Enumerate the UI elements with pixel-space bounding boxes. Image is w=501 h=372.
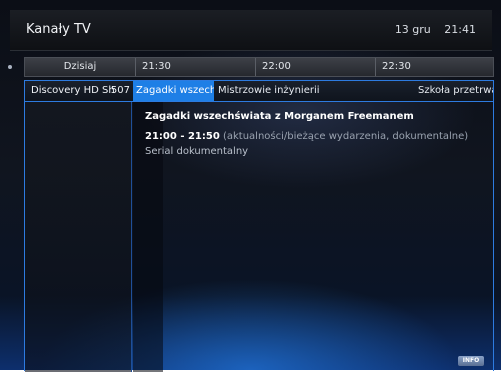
time-slot-3: 22:30 <box>375 58 493 76</box>
time-bar: Dzisiaj 21:30 22:00 22:30 <box>24 57 494 77</box>
epg-screen: Kanały TV 13 gru 21:41 Dzisiaj 21:30 22:… <box>0 0 501 372</box>
current-time: 21:41 <box>444 23 476 36</box>
info-button[interactable]: INFO <box>458 356 484 366</box>
date-time: 13 gru 21:41 <box>395 23 476 36</box>
program-guide-grid: Discovery HD Sh 507 Zagadki wszechś Mist… <box>24 80 494 372</box>
program-details: Zagadki wszechświata z Morganem Freemane… <box>145 111 485 159</box>
time-slot-2: 22:00 <box>255 58 375 76</box>
program-time: 21:00 - 21:50 <box>145 131 220 142</box>
channel-name: Discovery HD Sh <box>31 85 115 96</box>
program-summary: Serial dokumentalny <box>145 146 249 157</box>
program-description: 21:00 - 21:50 (aktualności/bieżące wydar… <box>145 129 485 159</box>
channel-number: 507 <box>110 85 130 96</box>
program-cell[interactable]: Mistrzowie inżynierii <box>215 81 345 101</box>
scroll-indicator <box>8 65 12 69</box>
title-bar: Kanały TV 13 gru 21:41 <box>10 10 492 51</box>
channel-list-column <box>25 102 132 372</box>
channel-row[interactable]: Discovery HD Sh 507 Zagadki wszechś Mist… <box>25 81 493 102</box>
time-slot-1: 21:30 <box>135 58 255 76</box>
day-label[interactable]: Dzisiaj <box>25 58 135 76</box>
page-title: Kanały TV <box>26 22 91 37</box>
current-date: 13 gru <box>394 23 431 36</box>
program-genre: (aktualności/bieżące wydarzenia, dokumen… <box>222 131 469 142</box>
program-cell[interactable]: Szkoła przetrwan <box>415 81 493 101</box>
program-cell-selected[interactable]: Zagadki wszechś <box>133 81 214 101</box>
program-title: Zagadki wszechświata z Morganem Freemane… <box>145 111 414 122</box>
